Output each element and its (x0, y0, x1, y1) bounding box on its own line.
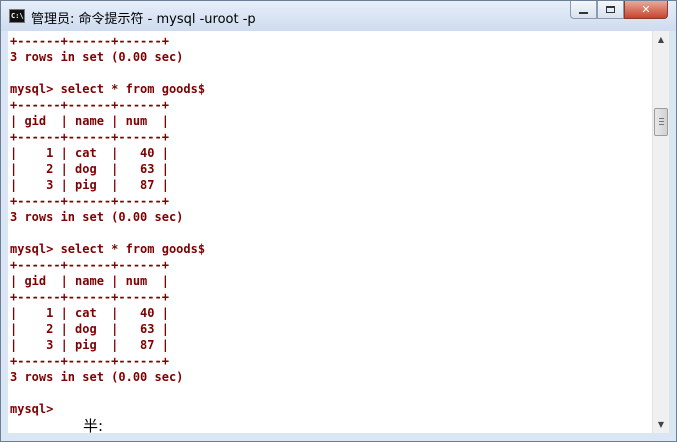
console-line: | 3 | pig | 87 | (10, 178, 169, 192)
window-bottom-border (1, 433, 676, 441)
close-icon: ✕ (641, 3, 651, 16)
console-output[interactable]: 半: +------+------+------+ 3 rows in set (… (8, 31, 652, 433)
console-line: +------+------+------+ (10, 258, 169, 272)
command-prompt-window: C:\ 管理员: 命令提示符 - mysql -uroot -p ✕ 半: +-… (0, 0, 677, 442)
console-line: mysql> select * from goods$ (10, 242, 206, 256)
minimize-button[interactable] (570, 1, 597, 19)
title-bar[interactable]: C:\ 管理员: 命令提示符 - mysql -uroot -p ✕ (1, 1, 676, 31)
console-line: +------+------+------+ (10, 194, 169, 208)
ime-composition-text: 半: (83, 417, 104, 433)
console-line: | gid | name | num | (10, 114, 169, 128)
console-line: 3 rows in set (0.00 sec) (10, 50, 184, 64)
console-line: +------+------+------+ (10, 98, 169, 112)
caption-buttons: ✕ (570, 1, 668, 21)
thumb-grip-line (659, 124, 664, 125)
console-line: mysql> (10, 402, 54, 416)
thumb-grip-line (659, 121, 664, 122)
cmd-app-icon[interactable]: C:\ (9, 9, 25, 23)
window-title: 管理员: 命令提示符 - mysql -uroot -p (31, 12, 256, 27)
console-line: | 1 | cat | 40 | (10, 146, 169, 160)
console-line: | 1 | cat | 40 | (10, 306, 169, 320)
console-line: +------+------+------+ (10, 354, 169, 368)
console-line: +------+------+------+ (10, 34, 169, 48)
console-line: | gid | name | num | (10, 274, 169, 288)
vertical-scrollbar[interactable]: ▲ ▼ (652, 31, 669, 433)
scroll-up-arrow-icon[interactable]: ▲ (653, 31, 669, 48)
console-line: mysql> select * from goods$ (10, 82, 206, 96)
console-line: +------+------+------+ (10, 290, 169, 304)
console-line: 3 rows in set (0.00 sec) (10, 370, 184, 384)
maximize-button[interactable] (597, 1, 624, 19)
scroll-down-arrow-icon[interactable]: ▼ (653, 416, 669, 433)
console-line: | 3 | pig | 87 | (10, 338, 169, 352)
minimize-icon (579, 11, 588, 14)
console-line: +------+------+------+ (10, 130, 169, 144)
console-line: | 2 | dog | 63 | (10, 322, 169, 336)
scrollbar-thumb[interactable] (654, 108, 668, 136)
thumb-grip-line (659, 118, 664, 119)
console-line: 3 rows in set (0.00 sec) (10, 210, 184, 224)
maximize-icon (606, 6, 615, 13)
console-line: | 2 | dog | 63 | (10, 162, 169, 176)
close-button[interactable]: ✕ (624, 1, 668, 19)
